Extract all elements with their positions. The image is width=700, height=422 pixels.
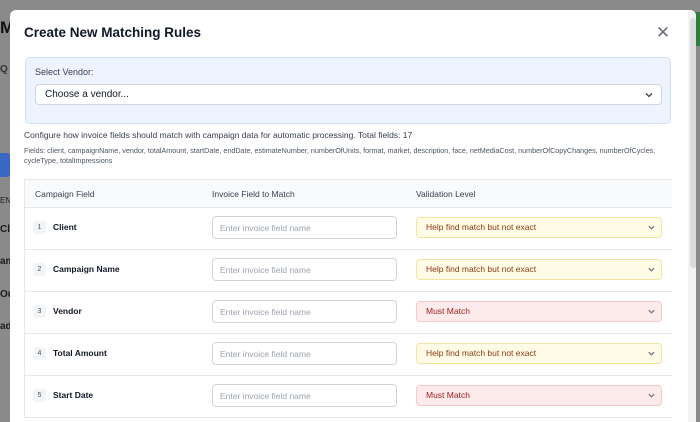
row-index: 5 <box>33 389 46 402</box>
row-index: 1 <box>33 221 46 234</box>
table-header: Campaign Field Invoice Field to Match Va… <box>25 180 672 208</box>
header-validation-level: Validation Level <box>416 189 476 199</box>
campaign-field-name: Campaign Name <box>53 264 120 274</box>
chevron-down-icon <box>648 309 655 314</box>
vendor-section: Select Vendor: Choose a vendor... <box>25 57 671 124</box>
chevron-down-icon <box>648 351 655 356</box>
vendor-label: Select Vendor: <box>35 67 94 77</box>
campaign-field-name: Total Amount <box>53 348 107 358</box>
background-search-icon: Q <box>0 64 8 75</box>
validation-level-select[interactable]: Help find match but not exact <box>416 259 662 280</box>
chevron-down-icon <box>648 225 655 230</box>
row-index: 2 <box>33 263 46 276</box>
table-row: 1 Client Help find match but not exact <box>25 208 672 250</box>
validation-level-select[interactable]: Help find match but not exact <box>416 343 662 364</box>
row-index: 4 <box>33 347 46 360</box>
scrollbar-track[interactable] <box>688 10 696 422</box>
row-index: 3 <box>33 305 46 318</box>
invoice-field-input[interactable] <box>212 300 397 323</box>
close-icon[interactable]: ✕ <box>654 24 672 42</box>
scrollbar-thumb[interactable] <box>690 18 696 268</box>
chevron-down-icon <box>648 267 655 272</box>
background-button <box>0 153 10 177</box>
header-campaign-field: Campaign Field <box>35 189 95 199</box>
create-matching-rules-modal: Create New Matching Rules ✕ Select Vendo… <box>10 10 696 422</box>
validation-level-select[interactable]: Help find match but not exact <box>416 217 662 238</box>
table-row: 3 Vendor Must Match <box>25 292 672 334</box>
validation-level-value: Help find match but not exact <box>426 348 537 358</box>
matching-rules-table: Campaign Field Invoice Field to Match Va… <box>24 179 672 418</box>
invoice-field-input[interactable] <box>212 384 397 407</box>
description-text: Configure how invoice fields should matc… <box>24 130 413 140</box>
fields-list: Fields: client, campaignName, vendor, to… <box>24 146 656 165</box>
vendor-select[interactable]: Choose a vendor... <box>35 84 662 105</box>
invoice-field-input[interactable] <box>212 342 397 365</box>
chevron-down-icon <box>648 393 655 398</box>
validation-level-value: Help find match but not exact <box>426 222 537 232</box>
validation-level-value: Must Match <box>426 306 470 316</box>
invoice-field-input[interactable] <box>212 258 397 281</box>
modal-title: Create New Matching Rules <box>24 25 202 40</box>
table-row: 2 Campaign Name Help find match but not … <box>25 250 672 292</box>
invoice-field-input[interactable] <box>212 216 397 239</box>
table-row: 5 Start Date Must Match <box>25 376 672 418</box>
validation-level-select[interactable]: Must Match <box>416 385 662 406</box>
campaign-field-name: Start Date <box>53 390 94 400</box>
header-invoice-field: Invoice Field to Match <box>212 189 295 199</box>
campaign-field-name: Vendor <box>53 306 82 316</box>
validation-level-select[interactable]: Must Match <box>416 301 662 322</box>
table-row: 4 Total Amount Help find match but not e… <box>25 334 672 376</box>
vendor-select-value: Choose a vendor... <box>45 89 129 100</box>
validation-level-value: Must Match <box>426 390 470 400</box>
chevron-down-icon <box>645 93 653 98</box>
validation-level-value: Help find match but not exact <box>426 264 537 274</box>
campaign-field-name: Client <box>53 222 77 232</box>
